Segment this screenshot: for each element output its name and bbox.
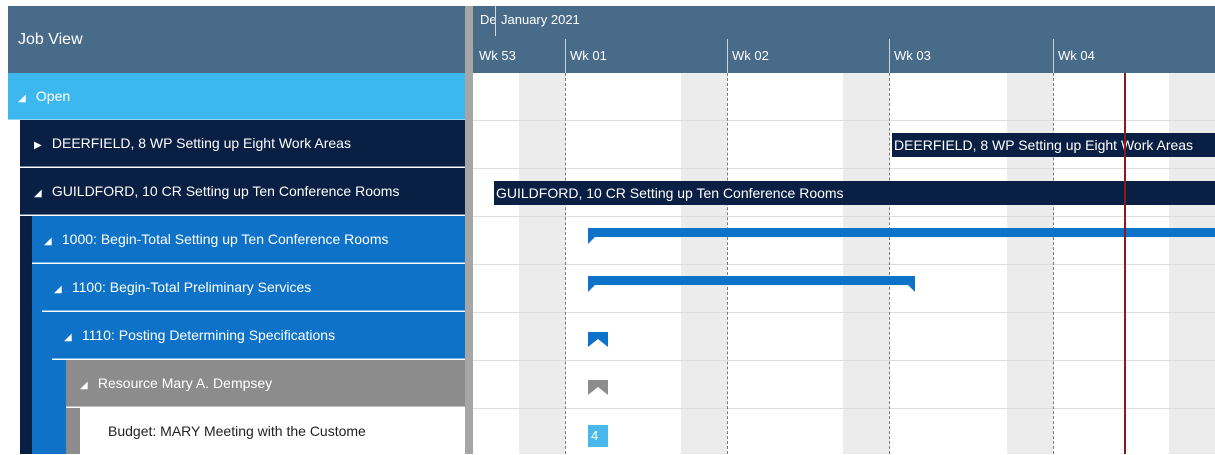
tree-row-deerfield[interactable]: ▶ DEERFIELD, 8 WP Setting up Eight Work … — [20, 120, 465, 167]
gantt-timeline: De January 2021 Wk 53 Wk 01 Wk 02 Wk 03 … — [473, 6, 1215, 454]
budget-block[interactable]: 4 — [588, 425, 608, 447]
collapse-triangle-icon[interactable]: ◢ — [34, 170, 48, 214]
panel-splitter[interactable] — [465, 6, 473, 454]
collapse-triangle-icon[interactable]: ◢ — [64, 314, 78, 358]
tree-row-label: 1100: Begin-Total Preliminary Services — [71, 279, 312, 295]
week-label: Wk 04 — [1058, 48, 1095, 63]
collapse-triangle-icon[interactable]: ◢ — [18, 75, 32, 119]
indent-guide — [66, 408, 80, 454]
gantt-bar-label: GUILDFORD, 10 CR Setting up Ten Conferen… — [496, 185, 844, 201]
week-tick — [1053, 39, 1054, 73]
tree-row-label: DEERFIELD, 8 WP Setting up Eight Work Ar… — [51, 135, 351, 151]
week-tick — [889, 39, 890, 73]
week-label: Wk 02 — [732, 48, 769, 63]
week-label: Wk 53 — [479, 48, 516, 63]
tree-row-resource[interactable]: ◢ Resource Mary A. Dempsey — [66, 360, 465, 407]
job-view-title: Job View — [18, 31, 83, 48]
indent-guide — [42, 312, 52, 454]
collapse-triangle-icon[interactable]: ◢ — [54, 266, 68, 310]
gantt-bar-label: DEERFIELD, 8 WP Setting up Eight Work Ar… — [894, 137, 1194, 153]
tree-row-budget[interactable]: Budget: MARY Meeting with the Custome — [80, 408, 465, 455]
row-gridline — [473, 360, 1215, 361]
tree-row-label: 1110: Posting Determining Specifications — [81, 327, 336, 343]
week-gridline — [889, 73, 890, 454]
job-view-header: Job View — [8, 6, 465, 73]
week-gridline — [727, 73, 728, 454]
month-label-january: January 2021 — [501, 12, 580, 27]
tree-row-label: GUILDFORD, 10 CR Setting up Ten Conferen… — [51, 183, 400, 199]
tree-row-label: Resource Mary A. Dempsey — [97, 375, 273, 391]
tree-row-task-1110[interactable]: ◢ 1110: Posting Determining Specificatio… — [52, 312, 465, 359]
collapse-triangle-icon[interactable]: ◢ — [44, 218, 58, 262]
tree-row-guildford[interactable]: ◢ GUILDFORD, 10 CR Setting up Ten Confer… — [20, 168, 465, 215]
tree-row-label: 1000: Begin-Total Setting up Ten Confere… — [61, 231, 389, 247]
summary-bar-start-cap — [588, 285, 595, 292]
indent-guide — [20, 216, 32, 454]
today-marker-line — [1124, 73, 1126, 454]
summary-bar-start-cap — [588, 237, 595, 244]
summary-bar-body — [588, 276, 915, 285]
task-marker-1110[interactable] — [588, 332, 608, 347]
row-gridline — [473, 264, 1215, 265]
week-label: Wk 01 — [570, 48, 607, 63]
week-label: Wk 03 — [894, 48, 931, 63]
row-gridline — [473, 216, 1215, 217]
week-gridline — [565, 73, 566, 454]
expand-triangle-icon[interactable]: ▶ — [34, 122, 48, 166]
row-gridline — [473, 120, 1215, 121]
week-gridline — [1053, 73, 1054, 454]
tree-row-open[interactable]: ◢ Open — [8, 73, 465, 120]
row-gridline — [473, 408, 1215, 409]
gantt-bar-deerfield[interactable]: DEERFIELD, 8 WP Setting up Eight Work Ar… — [892, 133, 1215, 157]
summary-bar-end-cap — [908, 285, 915, 292]
week-tick — [565, 39, 566, 73]
timeline-body: DEERFIELD, 8 WP Setting up Eight Work Ar… — [473, 73, 1215, 454]
tree-row-task-1000[interactable]: ◢ 1000: Begin-Total Setting up Ten Confe… — [32, 216, 465, 263]
indent-guide — [32, 264, 42, 454]
tree-row-label: Budget: MARY Meeting with the Custome — [108, 423, 366, 439]
gantt-bar-guildford[interactable]: GUILDFORD, 10 CR Setting up Ten Conferen… — [494, 181, 1215, 205]
month-separator — [495, 6, 496, 36]
summary-bar-1000[interactable] — [588, 228, 1215, 244]
tree-row-label: Open — [35, 88, 71, 104]
week-tick — [727, 39, 728, 73]
job-tree-panel: Job View ◢ Open ▶ DEERFIELD, 8 WP Settin… — [0, 0, 465, 455]
timeline-header: De January 2021 Wk 53 Wk 01 Wk 02 Wk 03 … — [473, 6, 1215, 73]
collapse-triangle-icon[interactable]: ◢ — [80, 362, 94, 406]
summary-bar-body — [588, 228, 1215, 237]
tree-row-task-1100[interactable]: ◢ 1100: Begin-Total Preliminary Services — [42, 264, 465, 311]
row-gridline — [473, 312, 1215, 313]
budget-value: 4 — [591, 428, 599, 443]
resource-marker[interactable] — [588, 380, 608, 395]
summary-bar-1100[interactable] — [588, 276, 915, 292]
row-gridline — [473, 168, 1215, 169]
indent-guide — [52, 360, 66, 454]
